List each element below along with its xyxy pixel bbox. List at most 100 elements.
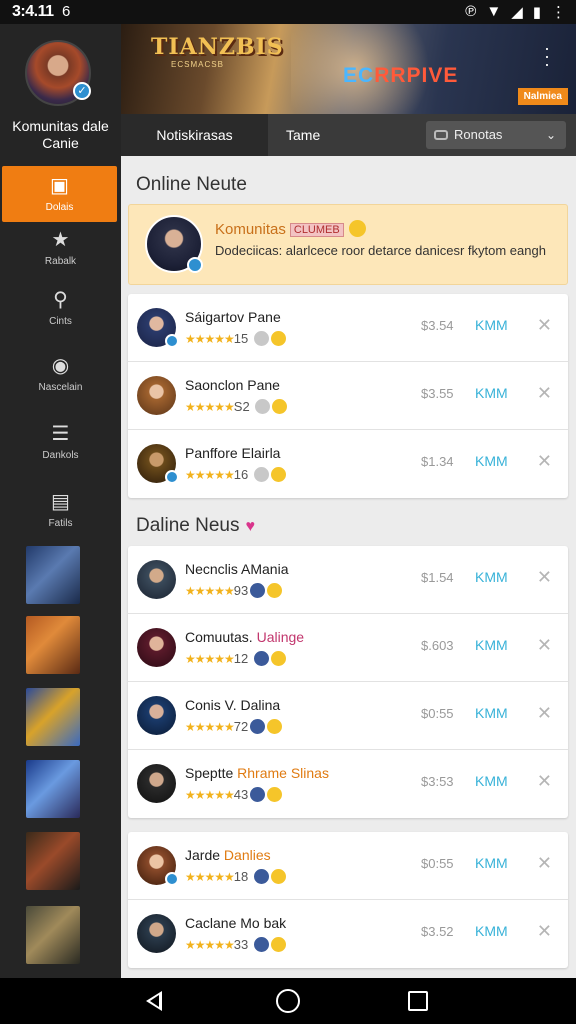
- emoji-icon: [348, 220, 366, 237]
- game-thumbnail[interactable]: [26, 760, 80, 818]
- item-name-text: Comuutas.: [185, 629, 257, 645]
- banner-tag[interactable]: Nalmiea: [517, 88, 568, 105]
- game-thumbnail[interactable]: [26, 546, 80, 604]
- featured-card[interactable]: Komunitas CLUMEB Dodeciicas: alarlcece ro…: [128, 204, 568, 285]
- sidebar-item-label: Dolais: [45, 202, 74, 213]
- tab-notiskirasas[interactable]: Notiskirasas: [121, 114, 268, 156]
- item-action[interactable]: KMM: [475, 773, 508, 789]
- avatar: [137, 696, 176, 735]
- emoji-icon: [250, 719, 266, 734]
- emoji-icon: [267, 719, 283, 734]
- back-icon[interactable]: [146, 991, 162, 1011]
- sidebar-item-nascelain[interactable]: ◉ Nascelain: [0, 346, 121, 402]
- rating-stars-icon: ★★★★★: [185, 720, 235, 734]
- sidebar: ✓ Komunitas dale Canie ▣ Dolais ★ Rabalk…: [0, 24, 121, 978]
- list-item[interactable]: Jarde Danlies ★★★★★18 $0:55 KMM ✕: [128, 832, 568, 900]
- list-item[interactable]: Saonclon Pane ★★★★★S2 $3.55 KMM ✕: [128, 362, 568, 430]
- list-item[interactable]: Comuutas. Ualinge ★★★★★12 $.603 KMM ✕: [128, 614, 568, 682]
- item-action[interactable]: KMM: [475, 385, 508, 401]
- featured-description: Dodeciicas: alarlcece roor detarce danic…: [215, 243, 546, 258]
- sidebar-item-fatils[interactable]: ▤ Fatils: [0, 482, 121, 538]
- emoji-icon: [270, 467, 286, 482]
- item-name-accent: Ualinge: [256, 629, 305, 645]
- globe-icon: ◉: [51, 355, 70, 377]
- item-rating: 33: [233, 937, 249, 952]
- emoji-icon: [253, 331, 269, 346]
- emoji-icon: [253, 467, 269, 482]
- list-item[interactable]: Speptte Rhrame Slinas ★★★★★43 $3:53 KMM …: [128, 750, 568, 818]
- main-content: Online Neute Komunitas CLUMEB Dodeciicas:…: [121, 156, 576, 978]
- game-thumbnail[interactable]: [26, 616, 80, 674]
- game-banner[interactable]: TIANZBIS ECSMACSB ECRRPIVE · · · Nalmiea: [121, 24, 576, 114]
- featured-title-text: Komunitas: [215, 221, 286, 238]
- game-thumbnail[interactable]: [26, 688, 80, 746]
- avatar: [137, 846, 179, 886]
- close-icon[interactable]: ✕: [537, 771, 552, 792]
- verified-icon: [187, 257, 203, 273]
- featured-title: Komunitas CLUMEB: [215, 220, 366, 238]
- banner-title-highlight: EC: [343, 64, 375, 87]
- list-item[interactable]: Sáigartov Pane ★★★★★15 $3.54 KMM ✕: [128, 294, 568, 362]
- game-thumbnail[interactable]: [26, 832, 80, 890]
- sidebar-item-label: Nascelain: [38, 382, 83, 393]
- list-item[interactable]: Necnclis AMania ★★★★★93 $1.54 KMM ✕: [128, 546, 568, 614]
- avatar[interactable]: ✓: [25, 40, 91, 106]
- item-name-accent: Rhrame Slinas: [237, 765, 329, 781]
- list-item[interactable]: Panffore Elairla ★★★★★16 $1.34 KMM ✕: [128, 430, 568, 498]
- item-name: Caclane Mo bak: [185, 915, 287, 931]
- system-nav-bar: [0, 978, 576, 1024]
- item-action[interactable]: KMM: [475, 923, 508, 939]
- emoji-icon: [267, 583, 283, 598]
- close-icon[interactable]: ✕: [537, 383, 552, 404]
- avatar: [145, 215, 203, 273]
- emoji-icon: [272, 399, 288, 414]
- close-icon[interactable]: ✕: [537, 451, 552, 472]
- item-price: $3.52: [421, 924, 454, 939]
- verified-icon: [165, 872, 179, 886]
- item-action[interactable]: KMM: [475, 317, 508, 333]
- chevron-down-icon: ⌄: [545, 128, 556, 142]
- close-icon[interactable]: ✕: [537, 853, 552, 874]
- recent-apps-icon[interactable]: [408, 991, 428, 1011]
- item-name: Comuutas. Ualinge: [185, 629, 304, 645]
- emoji-icon: [270, 937, 286, 952]
- game-thumbnail[interactable]: [26, 906, 80, 964]
- item-action[interactable]: KMM: [475, 569, 508, 585]
- rating-stars-icon: ★★★★★: [185, 468, 235, 482]
- emoji-icon: [253, 937, 269, 952]
- sidebar-item-dankols[interactable]: ☰ Dankols: [0, 414, 121, 470]
- filter-dropdown[interactable]: Ronotas ⌄: [426, 121, 566, 149]
- item-rating: 16: [233, 467, 249, 482]
- emoji-icon: [270, 869, 286, 884]
- item-action[interactable]: KMM: [475, 637, 508, 653]
- item-name: Speptte Rhrame Slinas: [185, 765, 329, 781]
- close-icon[interactable]: ✕: [537, 567, 552, 588]
- list-item[interactable]: Conis V. Dalina ★★★★★72 $0:55 KMM ✕: [128, 682, 568, 750]
- item-action[interactable]: KMM: [475, 453, 508, 469]
- profile[interactable]: ✓ Komunitas dale Canie: [0, 24, 121, 164]
- emoji-icon: [267, 787, 283, 802]
- status-time: 3:4.11: [12, 3, 54, 20]
- item-meta: ★★★★★33: [185, 937, 286, 952]
- sidebar-item-dolais[interactable]: ▣ Dolais: [2, 166, 117, 222]
- item-name: Saonclon Pane: [185, 377, 280, 393]
- bluetooth-icon: ℗: [465, 3, 477, 20]
- list-item[interactable]: Caclane Mo bak ★★★★★33 $3.52 KMM ✕: [128, 900, 568, 968]
- close-icon[interactable]: ✕: [537, 635, 552, 656]
- item-meta: ★★★★★72: [185, 719, 283, 734]
- sidebar-item-rabalk[interactable]: ★ Rabalk: [0, 220, 121, 276]
- rating-stars-icon: ★★★★★: [185, 400, 235, 414]
- close-icon[interactable]: ✕: [537, 921, 552, 942]
- list-card: Necnclis AMania ★★★★★93 $1.54 KMM ✕ Comu…: [128, 546, 568, 818]
- section-title-text: Daline Neus: [136, 515, 240, 536]
- emoji-icon: [270, 331, 286, 346]
- home-icon[interactable]: [276, 989, 300, 1013]
- item-action[interactable]: KMM: [475, 705, 508, 721]
- sidebar-item-cints[interactable]: ⚲ Cints: [0, 280, 121, 336]
- more-options-icon[interactable]: · · ·: [544, 39, 550, 73]
- tab-tame[interactable]: Tame: [286, 114, 320, 156]
- close-icon[interactable]: ✕: [537, 703, 552, 724]
- item-name: Jarde Danlies: [185, 847, 271, 863]
- item-action[interactable]: KMM: [475, 855, 508, 871]
- close-icon[interactable]: ✕: [537, 315, 552, 336]
